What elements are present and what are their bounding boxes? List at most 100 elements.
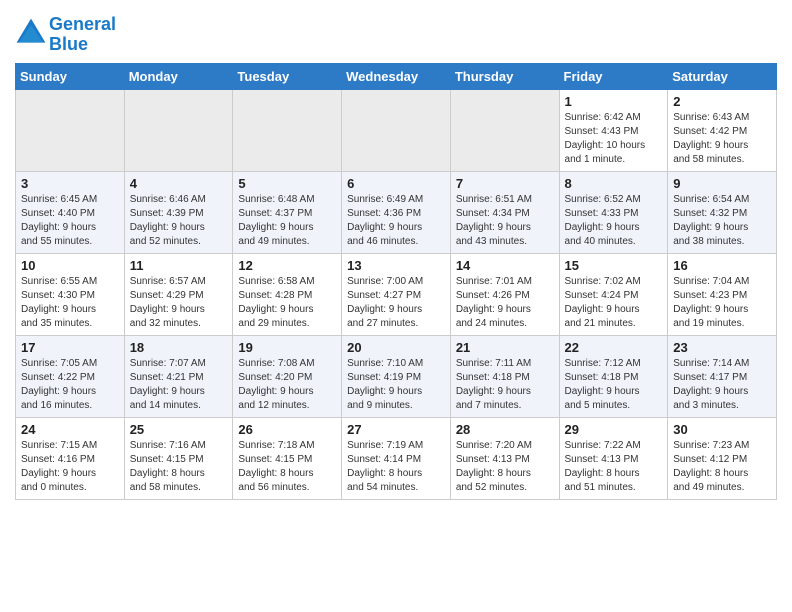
day-number: 30 xyxy=(673,422,771,437)
weekday-header-friday: Friday xyxy=(559,63,668,89)
calendar-day-25: 25 Sunrise: 7:16 AM Sunset: 4:15 PM Dayli… xyxy=(124,417,233,499)
day-number: 14 xyxy=(456,258,554,273)
weekday-header-saturday: Saturday xyxy=(668,63,777,89)
calendar-empty-cell xyxy=(124,89,233,171)
day-number: 11 xyxy=(130,258,228,273)
calendar-day-10: 10 Sunrise: 6:55 AM Sunset: 4:30 PM Dayli… xyxy=(16,253,125,335)
calendar-day-16: 16 Sunrise: 7:04 AM Sunset: 4:23 PM Dayli… xyxy=(668,253,777,335)
calendar-day-6: 6 Sunrise: 6:49 AM Sunset: 4:36 PM Daylig… xyxy=(342,171,451,253)
calendar-day-15: 15 Sunrise: 7:02 AM Sunset: 4:24 PM Dayli… xyxy=(559,253,668,335)
day-number: 20 xyxy=(347,340,445,355)
day-number: 6 xyxy=(347,176,445,191)
calendar-day-26: 26 Sunrise: 7:18 AM Sunset: 4:15 PM Dayli… xyxy=(233,417,342,499)
calendar-table: SundayMondayTuesdayWednesdayThursdayFrid… xyxy=(15,63,777,500)
calendar-week-row: 10 Sunrise: 6:55 AM Sunset: 4:30 PM Dayli… xyxy=(16,253,777,335)
calendar-week-row: 24 Sunrise: 7:15 AM Sunset: 4:16 PM Dayli… xyxy=(16,417,777,499)
day-info: Sunrise: 7:16 AM Sunset: 4:15 PM Dayligh… xyxy=(130,439,228,495)
logo: General Blue xyxy=(15,15,116,55)
calendar-day-18: 18Sunrise: 7:07 AM Sunset: 4:21 PM Dayli… xyxy=(124,335,233,417)
calendar-day-29: 29 Sunrise: 7:22 AM Sunset: 4:13 PM Dayli… xyxy=(559,417,668,499)
day-number: 29 xyxy=(565,422,663,437)
day-number: 10 xyxy=(21,258,119,273)
day-number: 16 xyxy=(673,258,771,273)
day-info: Sunrise: 7:12 AM Sunset: 4:18 PM Dayligh… xyxy=(565,357,663,413)
day-info: Sunrise: 7:23 AM Sunset: 4:12 PM Dayligh… xyxy=(673,439,771,495)
header: General Blue xyxy=(15,10,777,55)
calendar-day-14: 14 Sunrise: 7:01 AM Sunset: 4:26 PM Dayli… xyxy=(450,253,559,335)
day-info: Sunrise: 7:02 AM Sunset: 4:24 PM Dayligh… xyxy=(565,275,663,331)
day-info: Sunrise: 7:05 AM Sunset: 4:22 PM Dayligh… xyxy=(21,357,119,413)
calendar-empty-cell xyxy=(342,89,451,171)
calendar-day-17: 17Sunrise: 7:05 AM Sunset: 4:22 PM Dayli… xyxy=(16,335,125,417)
day-number: 26 xyxy=(238,422,336,437)
day-number: 24 xyxy=(21,422,119,437)
calendar-day-4: 4Sunrise: 6:46 AM Sunset: 4:39 PM Daylig… xyxy=(124,171,233,253)
day-number: 25 xyxy=(130,422,228,437)
day-info: Sunrise: 6:51 AM Sunset: 4:34 PM Dayligh… xyxy=(456,193,554,249)
day-info: Sunrise: 6:46 AM Sunset: 4:39 PM Dayligh… xyxy=(130,193,228,249)
calendar-day-11: 11 Sunrise: 6:57 AM Sunset: 4:29 PM Dayli… xyxy=(124,253,233,335)
day-info: Sunrise: 6:49 AM Sunset: 4:36 PM Dayligh… xyxy=(347,193,445,249)
day-number: 23 xyxy=(673,340,771,355)
day-info: Sunrise: 7:04 AM Sunset: 4:23 PM Dayligh… xyxy=(673,275,771,331)
day-number: 2 xyxy=(673,94,771,109)
weekday-header-sunday: Sunday xyxy=(16,63,125,89)
day-info: Sunrise: 7:00 AM Sunset: 4:27 PM Dayligh… xyxy=(347,275,445,331)
calendar-day-9: 9 Sunrise: 6:54 AM Sunset: 4:32 PM Daylig… xyxy=(668,171,777,253)
day-info: Sunrise: 7:15 AM Sunset: 4:16 PM Dayligh… xyxy=(21,439,119,495)
calendar-day-8: 8Sunrise: 6:52 AM Sunset: 4:33 PM Daylig… xyxy=(559,171,668,253)
calendar-week-row: 17Sunrise: 7:05 AM Sunset: 4:22 PM Dayli… xyxy=(16,335,777,417)
day-info: Sunrise: 7:19 AM Sunset: 4:14 PM Dayligh… xyxy=(347,439,445,495)
day-number: 7 xyxy=(456,176,554,191)
day-info: Sunrise: 7:01 AM Sunset: 4:26 PM Dayligh… xyxy=(456,275,554,331)
calendar-day-1: 1Sunrise: 6:42 AM Sunset: 4:43 PM Daylig… xyxy=(559,89,668,171)
calendar-day-27: 27 Sunrise: 7:19 AM Sunset: 4:14 PM Dayli… xyxy=(342,417,451,499)
calendar-day-13: 13 Sunrise: 7:00 AM Sunset: 4:27 PM Dayli… xyxy=(342,253,451,335)
day-number: 15 xyxy=(565,258,663,273)
weekday-header-wednesday: Wednesday xyxy=(342,63,451,89)
logo-icon xyxy=(15,17,47,49)
day-info: Sunrise: 7:20 AM Sunset: 4:13 PM Dayligh… xyxy=(456,439,554,495)
day-number: 27 xyxy=(347,422,445,437)
day-info: Sunrise: 6:55 AM Sunset: 4:30 PM Dayligh… xyxy=(21,275,119,331)
day-info: Sunrise: 7:08 AM Sunset: 4:20 PM Dayligh… xyxy=(238,357,336,413)
calendar-day-24: 24 Sunrise: 7:15 AM Sunset: 4:16 PM Dayli… xyxy=(16,417,125,499)
day-number: 18 xyxy=(130,340,228,355)
day-number: 12 xyxy=(238,258,336,273)
calendar-day-12: 12 Sunrise: 6:58 AM Sunset: 4:28 PM Dayli… xyxy=(233,253,342,335)
day-number: 5 xyxy=(238,176,336,191)
calendar-day-2: 2Sunrise: 6:43 AM Sunset: 4:42 PM Daylig… xyxy=(668,89,777,171)
day-number: 21 xyxy=(456,340,554,355)
calendar-empty-cell xyxy=(233,89,342,171)
calendar-day-23: 23Sunrise: 7:14 AM Sunset: 4:17 PM Dayli… xyxy=(668,335,777,417)
day-number: 19 xyxy=(238,340,336,355)
day-info: Sunrise: 7:22 AM Sunset: 4:13 PM Dayligh… xyxy=(565,439,663,495)
calendar-empty-cell xyxy=(450,89,559,171)
day-info: Sunrise: 7:18 AM Sunset: 4:15 PM Dayligh… xyxy=(238,439,336,495)
calendar-day-5: 5 Sunrise: 6:48 AM Sunset: 4:37 PM Daylig… xyxy=(233,171,342,253)
day-number: 13 xyxy=(347,258,445,273)
calendar-day-22: 22Sunrise: 7:12 AM Sunset: 4:18 PM Dayli… xyxy=(559,335,668,417)
day-number: 3 xyxy=(21,176,119,191)
day-number: 9 xyxy=(673,176,771,191)
day-info: Sunrise: 6:48 AM Sunset: 4:37 PM Dayligh… xyxy=(238,193,336,249)
calendar-week-row: 3Sunrise: 6:45 AM Sunset: 4:40 PM Daylig… xyxy=(16,171,777,253)
day-info: Sunrise: 7:10 AM Sunset: 4:19 PM Dayligh… xyxy=(347,357,445,413)
day-number: 28 xyxy=(456,422,554,437)
day-info: Sunrise: 6:58 AM Sunset: 4:28 PM Dayligh… xyxy=(238,275,336,331)
day-number: 8 xyxy=(565,176,663,191)
weekday-header-thursday: Thursday xyxy=(450,63,559,89)
day-info: Sunrise: 6:54 AM Sunset: 4:32 PM Dayligh… xyxy=(673,193,771,249)
weekday-header-monday: Monday xyxy=(124,63,233,89)
day-info: Sunrise: 6:57 AM Sunset: 4:29 PM Dayligh… xyxy=(130,275,228,331)
calendar-empty-cell xyxy=(16,89,125,171)
logo-general: General xyxy=(49,14,116,34)
calendar-day-21: 21Sunrise: 7:11 AM Sunset: 4:18 PM Dayli… xyxy=(450,335,559,417)
calendar-day-3: 3Sunrise: 6:45 AM Sunset: 4:40 PM Daylig… xyxy=(16,171,125,253)
weekday-header-row: SundayMondayTuesdayWednesdayThursdayFrid… xyxy=(16,63,777,89)
calendar-day-30: 30 Sunrise: 7:23 AM Sunset: 4:12 PM Dayli… xyxy=(668,417,777,499)
calendar-day-7: 7 Sunrise: 6:51 AM Sunset: 4:34 PM Daylig… xyxy=(450,171,559,253)
logo-text: General Blue xyxy=(49,15,116,55)
logo-blue: Blue xyxy=(49,34,88,54)
calendar-day-28: 28 Sunrise: 7:20 AM Sunset: 4:13 PM Dayli… xyxy=(450,417,559,499)
